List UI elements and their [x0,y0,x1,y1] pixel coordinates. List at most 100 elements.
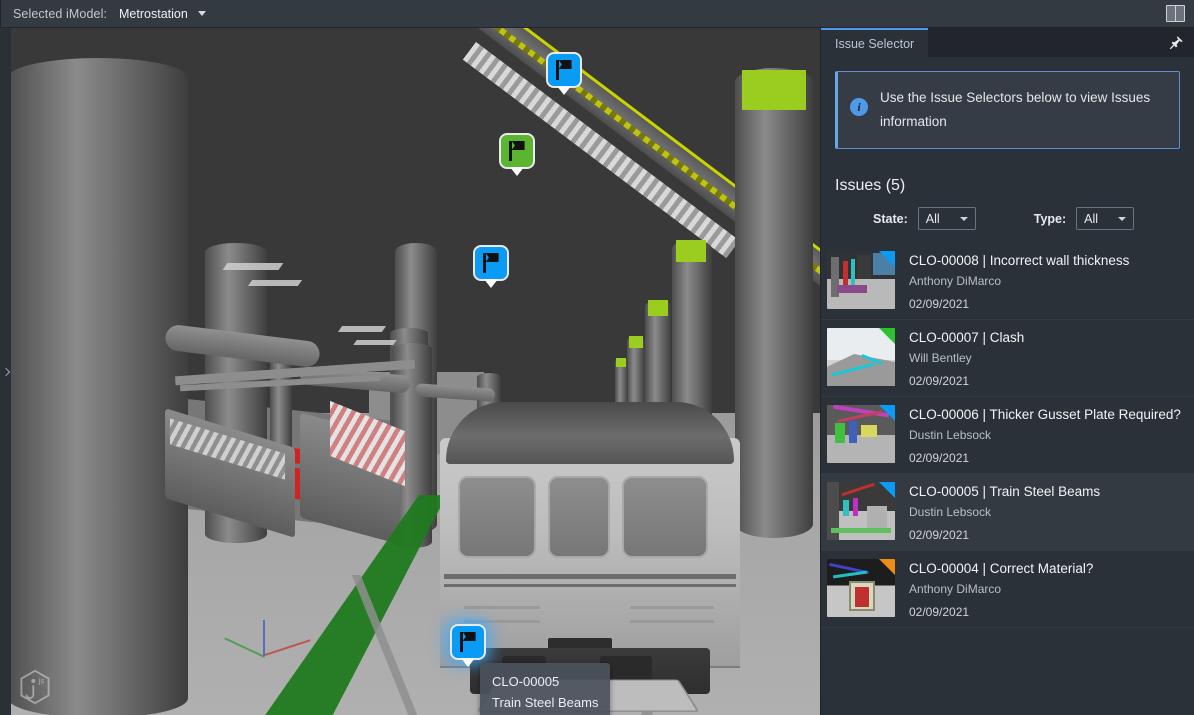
train-louver-2 [464,620,540,623]
issue-thumbnail[interactable] [827,405,895,463]
state-filter-label: State: [873,212,908,226]
train-window-right [622,476,708,558]
flag-icon [482,253,500,273]
issue-author: Dustin Lebsock [909,505,1100,519]
issue-date: 02/09/2021 [909,374,1024,388]
state-filter-select[interactable]: All [918,207,976,230]
issue-author: Dustin Lebsock [909,428,1181,442]
column-cap-1 [742,70,806,110]
column-cap-5 [616,358,626,367]
topbar-divider [0,0,1,28]
imodel-label: Selected iModel: [13,7,107,21]
tab-issue-selector[interactable]: Issue Selector [821,28,928,57]
issue-title: CLO-00004 | Correct Material? [909,560,1093,578]
column-cap-3 [648,300,668,316]
column-cap-4 [629,336,643,348]
tab-bar-filler [928,28,1194,57]
train-belt-band-2 [444,584,736,587]
left-panel-expand-handle[interactable] [0,28,11,715]
info-icon: i [850,98,868,116]
issue-meta: CLO-00004 | Correct Material? Anthony DiM… [909,559,1093,619]
issue-list-item[interactable]: CLO-00008 | Incorrect wall thickness Anth… [821,243,1194,320]
issue-list-item[interactable]: CLO-00006 | Thicker Gusset Plate Require… [821,397,1194,474]
issue-selector-panel: Issue Selector i Use the Issue Selectors… [820,28,1194,715]
train-belt-band-1 [444,574,736,579]
column-left-large [8,58,188,715]
train-louver-1 [464,606,540,609]
flag-icon [508,141,526,161]
app-root: Selected iModel: Metrostation [0,0,1194,715]
tab-label: Issue Selector [835,37,914,51]
ceiling-light-1 [223,263,284,270]
issue-title: CLO-00008 | Incorrect wall thickness [909,252,1129,270]
axis-z [263,620,265,656]
axis-triad [225,610,315,670]
column-right-1 [735,68,813,538]
issue-title: CLO-00005 | Train Steel Beams [909,483,1100,501]
axis-x [264,639,310,656]
issue-date: 02/09/2021 [909,297,1129,311]
issue-meta: CLO-00006 | Thicker Gusset Plate Require… [909,405,1181,465]
ceiling-light-3 [338,326,386,332]
issue-list-item[interactable]: CLO-00005 | Train Steel Beams Dustin Lebs… [821,474,1194,551]
panel-tab-bar: Issue Selector [821,28,1194,57]
itwinjs-logo: js [18,669,52,705]
axis-y [224,637,265,657]
issue-title: CLO-00007 | Clash [909,329,1024,347]
issue-marker-selected[interactable] [450,624,486,660]
panel-content: i Use the Issue Selectors below to view … [821,57,1194,715]
tooltip-id: CLO-00005 [492,671,598,692]
imodel-value[interactable]: Metrostation [119,7,188,21]
issue-thumbnail[interactable] [827,328,895,386]
train-window-center [548,476,610,558]
ceiling-light-2 [248,280,302,286]
issue-author: Anthony DiMarco [909,274,1129,288]
column-cap-2 [676,240,706,262]
issue-title: CLO-00006 | Thicker Gusset Plate Require… [909,406,1181,424]
pin-icon[interactable] [1168,35,1184,51]
topbar-right-group [1166,5,1185,22]
flag-icon [555,60,573,80]
issue-list-item[interactable]: CLO-00007 | Clash Will Bentley 02/09/2021 [821,320,1194,397]
issue-marker-top-blue[interactable] [546,52,582,88]
panel-layout-icon[interactable] [1166,5,1185,22]
state-filter-value: All [926,212,940,226]
main-body: js CLO-00005 Train Steel Beams [0,28,1194,715]
type-filter-select[interactable]: All [1076,207,1134,230]
issue-date: 02/09/2021 [909,605,1093,619]
issue-author: Will Bentley [909,351,1024,365]
issue-marker-green[interactable] [499,133,535,169]
train-window-left [458,476,536,558]
issue-tooltip: CLO-00005 Train Steel Beams [480,663,610,715]
svg-text:js: js [37,676,44,686]
info-banner: i Use the Issue Selectors below to view … [835,71,1180,149]
chevron-down-icon [960,217,968,221]
type-filter-value: All [1084,212,1098,226]
issue-thumbnail[interactable] [827,559,895,617]
issue-meta: CLO-00005 | Train Steel Beams Dustin Lebs… [909,482,1100,542]
info-banner-text: Use the Issue Selectors below to view Is… [880,86,1163,134]
issue-marker-mid-blue[interactable] [473,245,509,281]
top-bar: Selected iModel: Metrostation [0,0,1194,28]
issue-date: 02/09/2021 [909,451,1181,465]
issue-meta: CLO-00008 | Incorrect wall thickness Anth… [909,251,1129,311]
chevron-down-icon[interactable] [198,11,206,16]
issue-filters: State: All Type: All [821,207,1194,230]
chevron-right-icon [1,367,9,375]
train-louver-4 [630,620,714,623]
issue-thumbnail[interactable] [827,251,895,309]
flag-icon [459,632,477,652]
train-roof [446,402,734,464]
issue-author: Anthony DiMarco [909,582,1093,596]
issue-list-item[interactable]: CLO-00004 | Correct Material? Anthony DiM… [821,551,1194,628]
tooltip-title: Train Steel Beams [492,692,598,713]
3d-viewport[interactable]: js CLO-00005 Train Steel Beams [0,28,820,715]
issue-thumbnail[interactable] [827,482,895,540]
train-louver-3 [630,606,714,609]
issue-meta: CLO-00007 | Clash Will Bentley 02/09/2021 [909,328,1024,388]
issue-date: 02/09/2021 [909,528,1100,542]
issues-heading: Issues (5) [835,177,1194,195]
chevron-down-icon [1118,217,1126,221]
ceiling-light-4 [353,340,397,345]
type-filter-label: Type: [1034,212,1066,226]
